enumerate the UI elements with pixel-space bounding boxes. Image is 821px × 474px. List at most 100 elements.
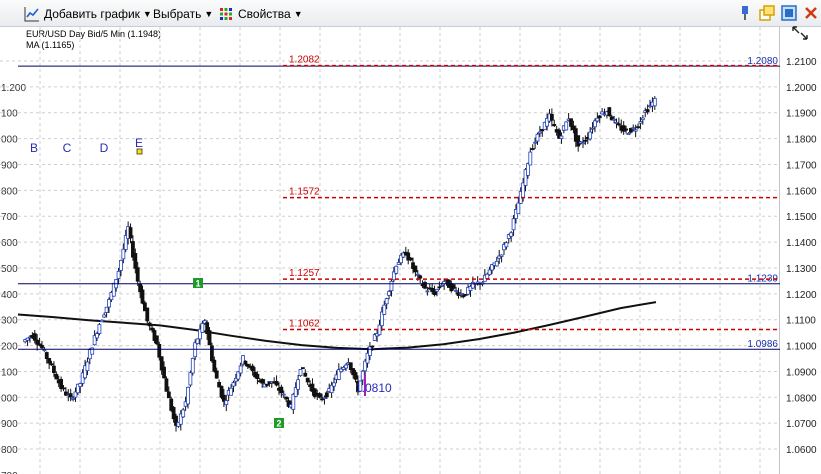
window-maximize-icon[interactable] <box>781 5 797 21</box>
candle-body <box>200 323 205 333</box>
candle-body <box>298 369 303 377</box>
left-tick-label: 000 <box>1 135 18 146</box>
left-tick-label: 1.200 <box>1 83 26 94</box>
grid-layer: 1.200 100 000 900 800 700 600 500 400 300 200 100 00… <box>0 27 780 474</box>
select-label: Выбрать <box>153 6 202 21</box>
candle-body <box>425 290 430 293</box>
candle-body <box>564 121 569 131</box>
left-tick-label: 100 <box>1 367 18 378</box>
candle-body <box>511 218 516 231</box>
candle-body <box>145 307 150 322</box>
price-chart[interactable]: 1.200 100 000 900 800 700 600 500 400 300 200 100 00… <box>0 27 780 474</box>
candle-body <box>645 109 650 113</box>
window-restore-icon[interactable] <box>759 5 775 21</box>
candle-body <box>332 382 336 387</box>
price-tick-label: 1.1300 <box>786 264 817 275</box>
candle-body <box>281 393 286 396</box>
candle-body <box>408 257 413 261</box>
candle-body <box>128 227 133 239</box>
select-button[interactable]: Выбрать ▼ <box>153 4 213 23</box>
left-tick-label: 200 <box>1 342 18 353</box>
candle-body <box>559 135 564 140</box>
properties-button[interactable]: Свойства ▼ <box>218 4 303 23</box>
candle-body <box>439 284 444 287</box>
price-tick-label: 1.1500 <box>786 212 817 223</box>
price-tick-label: 1.0600 <box>786 445 817 456</box>
candle-body <box>102 314 107 318</box>
price-tick-label: 1.0800 <box>786 393 817 404</box>
candle-layer <box>23 96 657 432</box>
candle-body <box>344 364 348 369</box>
marker-label: 2 <box>276 419 281 429</box>
left-tick-label: 000 <box>1 393 18 404</box>
candle-body <box>360 370 365 381</box>
candle-body <box>624 128 628 131</box>
candle-body <box>135 267 140 282</box>
price-tick-label: 1.0700 <box>786 419 817 430</box>
candle-body <box>382 304 387 315</box>
candle-body <box>210 345 214 362</box>
hline-label: 1.0986 <box>747 339 778 350</box>
price-tick-label: 1.1000 <box>786 342 817 353</box>
candle-body <box>454 290 459 292</box>
candle-body <box>370 345 375 348</box>
candle-body <box>284 396 289 400</box>
candle-body <box>595 117 600 122</box>
price-tick-label: 1.2100 <box>786 57 817 68</box>
add-chart-button[interactable]: Добавить график ▼ <box>24 4 152 23</box>
candle-body <box>296 379 301 390</box>
candle-body <box>224 400 229 406</box>
candle-body <box>576 135 581 147</box>
chevron-down-icon: ▼ <box>293 8 303 19</box>
candle-body <box>212 359 217 372</box>
candle-body <box>95 333 99 339</box>
candle-body <box>537 131 542 134</box>
candle-body <box>640 117 645 121</box>
left-tick-label: 800 <box>1 445 18 456</box>
left-tick-label: 900 <box>1 419 18 430</box>
chevron-down-icon: ▼ <box>204 8 214 19</box>
candle-body <box>487 269 492 275</box>
low-label: 1.0810 <box>355 381 392 395</box>
candle-body <box>418 275 423 279</box>
candle-body <box>368 346 372 356</box>
annot-layer: B C D E 1 2 1.0810 <box>30 136 392 429</box>
candle-body <box>303 372 308 377</box>
candle-body <box>119 259 123 271</box>
candle-body <box>516 202 521 215</box>
candle-body <box>181 409 186 418</box>
left-tick-label: 800 <box>1 186 18 197</box>
candle-body <box>214 370 219 379</box>
candle-body <box>207 330 212 346</box>
line-chart-icon <box>24 6 39 21</box>
candle-body <box>133 252 138 269</box>
candle-body <box>652 97 657 107</box>
candle-body <box>107 299 111 308</box>
candle-body <box>121 248 126 260</box>
candle-body <box>147 322 152 327</box>
candle-body <box>238 365 243 374</box>
close-icon[interactable] <box>803 5 819 21</box>
left-tick-label: 700 <box>1 212 18 223</box>
pin-icon[interactable] <box>737 5 753 21</box>
left-tick-label: 500 <box>1 264 18 275</box>
wave-label: D <box>100 141 109 155</box>
candle-body <box>52 365 56 373</box>
candle-body <box>528 151 533 166</box>
candle-body <box>384 298 389 305</box>
expand-icon[interactable] <box>791 25 809 41</box>
price-tick-label: 1.1800 <box>786 135 817 146</box>
candle-body <box>616 123 621 126</box>
candle-body <box>394 265 399 274</box>
candle-body <box>387 291 391 296</box>
candle-body <box>526 163 530 176</box>
candle-body <box>583 139 588 142</box>
candle-body <box>415 273 420 276</box>
candle-body <box>157 343 162 358</box>
price-tick-label: 1.1900 <box>786 109 817 120</box>
candle-body <box>432 290 437 295</box>
candle-body <box>195 338 200 344</box>
candle-body <box>569 118 573 127</box>
candle-body <box>78 383 83 388</box>
fib-level-label: 1.1257 <box>289 268 320 279</box>
